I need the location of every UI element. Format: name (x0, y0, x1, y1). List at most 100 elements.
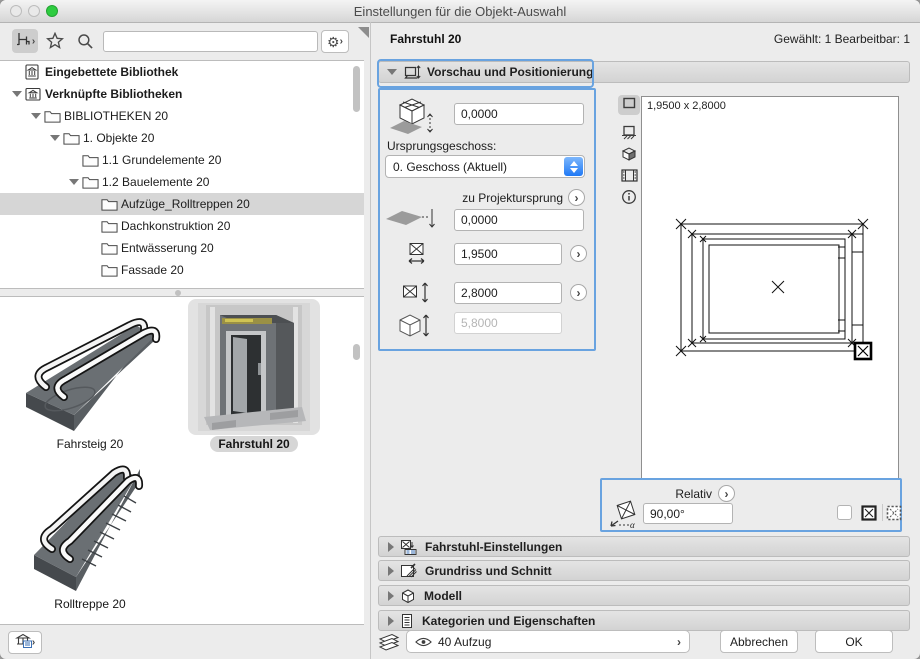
elevation-to-origin-input[interactable] (454, 209, 584, 231)
info-icon (621, 189, 637, 210)
section-categories-properties[interactable]: Kategorien und Eigenschaften (378, 610, 910, 631)
linked-library-icon (25, 87, 45, 101)
depth-menu-button[interactable]: › (570, 284, 587, 301)
ok-label: OK (845, 635, 862, 649)
folder-icon (101, 219, 121, 233)
embedded-library-icon (25, 64, 45, 80)
expander-triangle-icon[interactable] (48, 133, 63, 143)
preview-dimensions-label: 1,9500 x 2,8000 (647, 100, 726, 112)
tree-item-label: BIBLIOTHEKEN 20 (64, 109, 168, 123)
preview-position-icon (403, 65, 421, 80)
tree-item[interactable]: Aufzüge_Rolltreppen 20 (0, 193, 364, 215)
model-3d-icon (400, 588, 416, 604)
expander-spacer (86, 221, 101, 231)
to-project-origin-menu-button[interactable]: › (568, 189, 585, 206)
hotspot-solid-toggle[interactable] (861, 505, 877, 526)
expander-triangle-icon[interactable] (29, 111, 44, 121)
thumbnail-rolltreppe[interactable]: Rolltreppe 20 (20, 459, 160, 611)
elevation-to-origin-icon (384, 205, 440, 238)
plan-view-icon (622, 96, 637, 115)
depth-input[interactable] (454, 282, 562, 304)
width-icon (406, 242, 428, 271)
tree-item-label: Dachkonstruktion 20 (121, 219, 230, 233)
library-tree: Eingebettete Bibliothek Verknüpfte Biblio… (0, 60, 364, 289)
section-plan-section[interactable]: Grundriss und Schnitt (378, 560, 910, 581)
height-input-disabled (454, 312, 562, 334)
layer-selector[interactable]: 40 Aufzug › (406, 630, 690, 653)
library-manager-button[interactable]: › (8, 631, 42, 654)
section-title: Grundriss und Schnitt (425, 564, 552, 578)
tree-item[interactable]: Dachkonstruktion 20 (0, 215, 364, 237)
tree-thumbnails-splitter[interactable] (0, 289, 364, 296)
thumbnail-label: Fahrstuhl 20 (210, 436, 297, 452)
thumbnail-fahrsteig[interactable]: Fahrsteig 20 (10, 301, 170, 453)
relative-menu-button[interactable]: › (718, 485, 735, 502)
preview-mode-info-button[interactable] (618, 189, 640, 209)
selected-object-name: Fahrstuhl 20 (390, 32, 461, 46)
origin-story-dropdown[interactable]: 0. Geschoss (Aktuell) (385, 155, 585, 178)
thumbnails-scrollbar[interactable] (353, 344, 360, 360)
section-preview-positioning[interactable]: Vorschau und Positionierung (378, 61, 910, 83)
tree-item-label: Entwässerung 20 (121, 241, 214, 255)
categories-document-icon (400, 613, 414, 629)
settings-menu-button[interactable]: ⚙ › (321, 30, 349, 53)
object-preview-viewport[interactable]: 1,9500 x 2,8000 (641, 96, 899, 479)
folder-icon (82, 175, 102, 189)
cancel-button[interactable]: Abbrechen (720, 630, 798, 653)
tree-item-label: Eingebettete Bibliothek (45, 65, 178, 79)
stepper-arrows-icon (564, 157, 583, 176)
ok-button[interactable]: OK (815, 630, 893, 653)
moving-walkway-image (12, 301, 162, 433)
tree-item[interactable]: Eingebettete Bibliothek (0, 61, 364, 83)
tree-scrollbar[interactable] (353, 66, 360, 112)
tree-item[interactable]: Verknüpfte Bibliotheken (0, 83, 364, 105)
section-title: Fahrstuhl-Einstellungen (425, 540, 562, 554)
chevron-right-icon: › (32, 637, 35, 648)
tree-item[interactable]: 1. Objekte 20 (0, 127, 364, 149)
tree-item-label: Verknüpfte Bibliotheken (45, 87, 182, 101)
object-settings-dialog: Einstellungen für die Objekt-Auswahl › ⚙… (0, 0, 920, 659)
tree-item[interactable]: Entwässerung 20 (0, 237, 364, 259)
section-elevator-settings[interactable]: Fahrstuhl-Einstellungen (378, 536, 910, 557)
width-menu-button[interactable]: › (570, 245, 587, 262)
selection-status: Gewählt: 1 Bearbeitbar: 1 (640, 32, 910, 46)
tree-item[interactable]: Fassade 20 (0, 259, 364, 281)
elevator-settings-icon (400, 539, 417, 555)
rotation-angle-input[interactable] (643, 503, 733, 524)
mirror-checkbox[interactable] (837, 505, 852, 520)
tree-item[interactable]: 1.2 Bauelemente 20 (0, 171, 364, 193)
search-button[interactable] (77, 33, 94, 55)
object-browser: Fahrsteig 20 (0, 296, 364, 625)
tree-item-label: 1.1 Grundelemente 20 (102, 153, 221, 167)
thumbnail-label: Rolltreppe 20 (20, 597, 160, 611)
chevron-right-icon: › (340, 36, 343, 47)
folder-icon (101, 197, 121, 211)
thumbnail-fahrstuhl[interactable]: Fahrstuhl 20 (188, 299, 322, 455)
preview-mode-3d-button[interactable] (618, 146, 640, 166)
toggle-divider (882, 504, 883, 521)
favorites-button[interactable] (46, 32, 64, 55)
tree-item-label: 1. Objekte 20 (83, 131, 154, 145)
origin-story-label: Ursprungsgeschoss: (387, 139, 496, 153)
tree-item[interactable]: BIBLIOTHEKEN 20 (0, 105, 364, 127)
hotspot-dashed-toggle[interactable] (886, 505, 902, 526)
relative-rotation-panel: Relativ › α (600, 478, 902, 532)
elevation-to-story-input[interactable] (454, 103, 584, 125)
expander-triangle-icon[interactable] (67, 177, 82, 187)
preview-mode-movie-button[interactable] (618, 168, 640, 188)
preview-mode-elevation-button[interactable] (618, 125, 640, 145)
section-model[interactable]: Modell (378, 585, 910, 606)
expander-spacer (86, 199, 101, 209)
elevator-image (198, 303, 310, 431)
preview-mode-2d-button[interactable] (618, 95, 640, 115)
escalator-image (24, 459, 154, 593)
elevation-view-icon (621, 125, 637, 146)
tree-item[interactable]: 1.1 Grundelemente 20 (0, 149, 364, 171)
search-input[interactable] (103, 31, 318, 52)
collapse-panel-arrow[interactable] (358, 27, 369, 38)
object-type-button[interactable]: › (12, 29, 38, 53)
tree-item-label: Fassade 20 (121, 263, 184, 277)
width-input[interactable] (454, 243, 562, 265)
expander-triangle-icon[interactable] (10, 89, 25, 99)
folder-icon (101, 263, 121, 277)
